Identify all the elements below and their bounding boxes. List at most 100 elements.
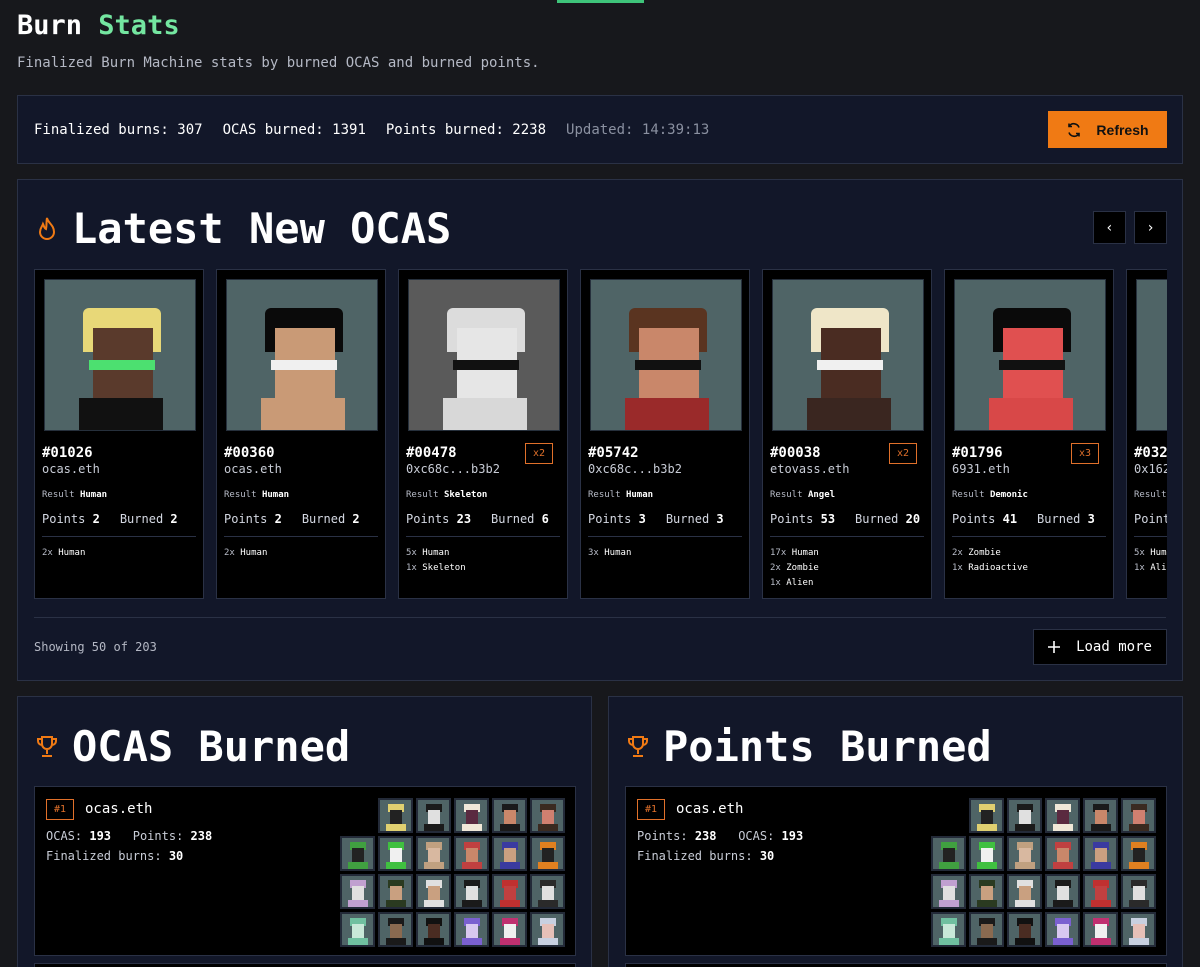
- updated-time: Updated: 14:39:13: [566, 122, 710, 138]
- ocas-number: #00038: [770, 445, 821, 461]
- ocas-thumbnail[interactable]: [931, 836, 966, 871]
- ocas-thumbnail[interactable]: [1007, 874, 1042, 909]
- ocas-thumbnail[interactable]: [969, 874, 1004, 909]
- ocas-image: [408, 279, 560, 431]
- chevron-right-icon: ›: [1146, 219, 1155, 236]
- thumb-face: [1095, 848, 1107, 862]
- ocas-thumbnail[interactable]: [530, 798, 565, 833]
- ocas-thumbnail[interactable]: [416, 836, 451, 871]
- thumb-face: [542, 848, 554, 862]
- ocas-thumbnail[interactable]: [378, 836, 413, 871]
- ocas-card[interactable]: #00478 0xc68c...b3b2 x2 Result Skeleton Poin…: [398, 269, 568, 599]
- ocas-thumbnail[interactable]: [416, 874, 451, 909]
- stat-label: OCAS:: [46, 829, 83, 843]
- ocas-thumbnail[interactable]: [1083, 798, 1118, 833]
- burn-breakdown: 3x Human: [588, 546, 631, 561]
- refresh-button[interactable]: Refresh: [1048, 111, 1167, 148]
- thumb-body: [977, 824, 997, 831]
- load-more-button[interactable]: Load more: [1033, 629, 1167, 665]
- result-line: Result Angel: [770, 490, 835, 500]
- ocas-card[interactable]: #01026 ocas.eth Result Human Points 2 Burned…: [34, 269, 204, 599]
- card-divider: [224, 536, 378, 537]
- leaderboard-entry[interactable]: #1 ocas.eth OCAS: 193 Points: 238 Finali…: [34, 786, 576, 956]
- ocas-thumbnail[interactable]: [1045, 874, 1080, 909]
- ocas-card[interactable]: #05742 0xc68c...b3b2 Result Human Points 3B…: [580, 269, 750, 599]
- ocas-thumbnail[interactable]: [492, 912, 527, 947]
- result-value: Human: [79, 490, 108, 500]
- ocas-thumbnail[interactable]: [1007, 798, 1042, 833]
- ocas-thumbnail[interactable]: [969, 798, 1004, 833]
- ocas-thumbnail[interactable]: [931, 912, 966, 947]
- ocas-carousel[interactable]: #01026 ocas.eth Result Human Points 2 Burned…: [34, 269, 1167, 599]
- result-label: Result: [1134, 490, 1167, 500]
- ocas-card[interactable]: #00360 ocas.eth Result Human Points 2 Burned…: [216, 269, 386, 599]
- stat-value: 238: [694, 829, 717, 843]
- ocas-burned-title-text: OCAS Burned: [72, 722, 351, 771]
- thumb-face: [542, 924, 554, 938]
- ocas-thumbnail[interactable]: [1121, 912, 1156, 947]
- leaderboard-entry[interactable]: [625, 963, 1167, 967]
- ocas-thumbnail[interactable]: [492, 836, 527, 871]
- thumb-body: [1015, 862, 1035, 869]
- ocas-thumbnail[interactable]: [454, 912, 489, 947]
- ocas-thumbnail[interactable]: [1045, 912, 1080, 947]
- ocas-thumbnail[interactable]: [416, 798, 451, 833]
- ocas-thumbnail[interactable]: [416, 912, 451, 947]
- ocas-thumbnail[interactable]: [454, 874, 489, 909]
- leaderboard-entry[interactable]: [34, 963, 576, 967]
- card-divider: [588, 536, 742, 537]
- ocas-card[interactable]: #03230x1621Result Points Burned 5x Huma1…: [1126, 269, 1167, 599]
- ocas-thumbnail[interactable]: [340, 912, 375, 947]
- ocas-thumbnail[interactable]: [1007, 836, 1042, 871]
- leaderboard-entry[interactable]: #1 ocas.eth Points: 238 OCAS: 193 Finali…: [625, 786, 1167, 956]
- ocas-thumbnail[interactable]: [340, 874, 375, 909]
- thumb-face: [504, 848, 516, 862]
- ocas-thumbnail[interactable]: [1045, 836, 1080, 871]
- ocas-thumbnail[interactable]: [530, 912, 565, 947]
- leaderboard-name: ocas.eth: [85, 801, 153, 817]
- ocas-number: #00360: [224, 445, 275, 461]
- card-divider: [952, 536, 1106, 537]
- ocas-thumbnail[interactable]: [340, 836, 375, 871]
- ocas-thumbnail[interactable]: [1083, 912, 1118, 947]
- carousel-next-button[interactable]: ›: [1134, 211, 1167, 244]
- thumb-body: [1053, 862, 1073, 869]
- ocas-thumbnail[interactable]: [454, 798, 489, 833]
- points-burned-stat: Points burned: 2238: [385, 122, 547, 138]
- ocas-thumbnail[interactable]: [530, 874, 565, 909]
- points-label: Points: [1134, 512, 1167, 526]
- ocas-card[interactable]: #00038 etovass.eth x2 Result Angel Points 53…: [762, 269, 932, 599]
- ocas-thumbnail[interactable]: [530, 836, 565, 871]
- carousel-prev-button[interactable]: ‹: [1093, 211, 1126, 244]
- ocas-thumbnail[interactable]: [1083, 836, 1118, 871]
- pixel-body: [443, 398, 527, 430]
- ocas-thumbnail[interactable]: [1007, 912, 1042, 947]
- ocas-image: [772, 279, 924, 431]
- thumb-face: [466, 848, 478, 862]
- ocas-thumbnail[interactable]: [931, 874, 966, 909]
- ocas-thumbnail[interactable]: [378, 912, 413, 947]
- ocas-thumbnail[interactable]: [378, 874, 413, 909]
- thumb-body: [462, 900, 482, 907]
- burned-stat: Burned 20: [855, 512, 920, 526]
- ocas-thumbnail[interactable]: [969, 836, 1004, 871]
- breakdown-count: 1x: [1134, 563, 1145, 573]
- ocas-thumbnail[interactable]: [1121, 798, 1156, 833]
- ocas-thumbnail[interactable]: [969, 912, 1004, 947]
- ocas-thumbnail[interactable]: [454, 836, 489, 871]
- ocas-thumbnail[interactable]: [1045, 798, 1080, 833]
- points-value: 41: [1002, 512, 1018, 526]
- result-label: Result: [588, 490, 621, 500]
- ocas-thumbnail[interactable]: [492, 798, 527, 833]
- thumb-face: [1095, 810, 1107, 824]
- thumb-body: [424, 824, 444, 831]
- ocas-thumbnail[interactable]: [1083, 874, 1118, 909]
- thumb-body: [348, 938, 368, 945]
- ocas-thumbnail[interactable]: [1121, 874, 1156, 909]
- ocas-thumbnail[interactable]: [1121, 836, 1156, 871]
- ocas-thumbnail[interactable]: [492, 874, 527, 909]
- ocas-card[interactable]: #01796 6931.eth x3 Result Demonic Points 41 B…: [944, 269, 1114, 599]
- thumb-face: [466, 810, 478, 824]
- breakdown-count: 1x: [770, 578, 781, 588]
- ocas-thumbnail[interactable]: [378, 798, 413, 833]
